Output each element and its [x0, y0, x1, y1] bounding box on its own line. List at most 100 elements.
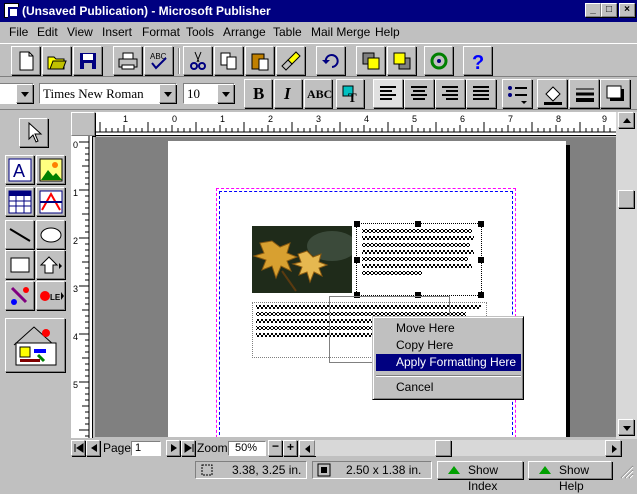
vertical-ruler[interactable]: 0 1 2 3 4 5: [71, 136, 93, 438]
save-button[interactable]: [73, 46, 102, 75]
menu-item-apply-formatting-here[interactable]: Apply Formatting Here: [376, 354, 521, 371]
menu-insert[interactable]: Insert: [102, 25, 132, 39]
horizontal-scroll-track[interactable]: [315, 440, 605, 456]
menu-item-move-here[interactable]: Move Here: [376, 320, 521, 337]
page-number-field[interactable]: 1: [131, 441, 161, 456]
menu-item-copy-here[interactable]: Copy Here: [376, 337, 521, 354]
first-page-button[interactable]: [71, 440, 85, 456]
oval-tool[interactable]: [36, 220, 65, 249]
open-button[interactable]: [42, 46, 71, 75]
undo-button[interactable]: [316, 46, 345, 75]
minimize-button[interactable]: _: [585, 3, 601, 17]
scroll-right-button[interactable]: [605, 440, 621, 456]
new-button[interactable]: [11, 46, 40, 75]
previous-page-button[interactable]: [86, 440, 100, 456]
table-frame-tool[interactable]: [5, 187, 34, 216]
design-gallery-tool[interactable]: [5, 318, 65, 372]
bullets-button[interactable]: [502, 79, 532, 108]
zoom-out-button[interactable]: −: [268, 439, 282, 456]
menu-view[interactable]: View: [67, 25, 93, 39]
scroll-down-button[interactable]: [618, 419, 634, 435]
last-page-button[interactable]: [181, 440, 195, 456]
bold-button[interactable]: B: [244, 79, 272, 108]
publication-workspace[interactable]: [95, 137, 616, 437]
selection-handle[interactable]: [478, 257, 484, 263]
horizontal-scroll-thumb[interactable]: [435, 440, 451, 456]
pointer-tool[interactable]: [19, 118, 48, 147]
show-help-button[interactable]: Show Help: [528, 461, 612, 493]
format-painter-button[interactable]: [276, 46, 305, 75]
wordart-tool-icon: [39, 190, 63, 214]
selection-handle[interactable]: [354, 257, 360, 263]
menu-file[interactable]: File: [9, 25, 28, 39]
leaf-picture[interactable]: [252, 226, 352, 293]
format-toolbar: Times New Roman 10 B I ABC T: [0, 78, 637, 110]
next-page-button[interactable]: [166, 440, 180, 456]
selection-handle[interactable]: [478, 221, 484, 227]
scissors-icon: [190, 51, 206, 70]
menu-item-cancel[interactable]: Cancel: [376, 379, 521, 396]
scroll-up-button[interactable]: [618, 112, 634, 128]
table-tool-icon: [8, 190, 32, 214]
ole-object-tool[interactable]: [5, 281, 34, 310]
style-combo[interactable]: [0, 83, 34, 104]
vertical-scroll-thumb[interactable]: [618, 190, 634, 208]
maximize-button[interactable]: □: [601, 3, 617, 17]
box-tool[interactable]: [5, 250, 34, 279]
menu-table[interactable]: Table: [273, 25, 302, 39]
selected-text-frame[interactable]: [354, 221, 484, 298]
wordart-frame-tool[interactable]: [36, 187, 65, 216]
spell-check-icon: ABC: [150, 52, 167, 70]
send-to-back-button[interactable]: [387, 46, 416, 75]
font-dropdown-arrow[interactable]: [159, 84, 176, 103]
menu-format[interactable]: Format: [142, 25, 180, 39]
resize-grip[interactable]: [618, 463, 634, 479]
close-button[interactable]: ×: [619, 3, 635, 17]
custom-shapes-tool[interactable]: [36, 250, 65, 279]
zoom-field[interactable]: 50%: [228, 441, 266, 456]
vertical-scrollbar[interactable]: [616, 112, 637, 439]
selection-handle[interactable]: [354, 221, 360, 227]
menu-edit[interactable]: Edit: [37, 25, 58, 39]
shadow-button[interactable]: [600, 79, 630, 108]
style-dropdown-arrow[interactable]: [16, 84, 33, 103]
menu-mail-merge[interactable]: Mail Merge: [311, 25, 370, 39]
copy-button[interactable]: [214, 46, 243, 75]
menu-tools[interactable]: Tools: [186, 25, 214, 39]
help-button[interactable]: ?: [463, 46, 492, 75]
ruler-origin[interactable]: [71, 112, 95, 136]
text-frame-tool[interactable]: A: [5, 155, 34, 184]
print-button[interactable]: [113, 46, 142, 75]
font-size-dropdown-arrow[interactable]: [217, 84, 234, 103]
selection-handle[interactable]: [415, 221, 421, 227]
rotate-button[interactable]: [424, 46, 453, 75]
bring-to-front-button[interactable]: [356, 46, 385, 75]
undo-arrow-icon: [322, 54, 339, 68]
picture-frame-tool[interactable]: [36, 155, 65, 184]
scroll-left-button[interactable]: [299, 440, 315, 456]
publisher-app-icon[interactable]: [4, 3, 19, 18]
menu-arrange[interactable]: Arrange: [223, 25, 266, 39]
horizontal-ruler[interactable]: 1 0 1 2 3 4 5 6 7 8 9: [96, 112, 616, 136]
fill-color-button[interactable]: [537, 79, 567, 108]
align-left-button[interactable]: [373, 79, 403, 108]
italic-button[interactable]: I: [274, 79, 302, 108]
zoom-in-button[interactable]: +: [283, 440, 297, 456]
ole-tool[interactable]: LE: [36, 281, 65, 310]
spelling-button[interactable]: ABC: [144, 46, 173, 75]
font-combo[interactable]: Times New Roman: [39, 83, 177, 104]
font-size-combo[interactable]: 10: [183, 83, 235, 104]
oval-tool-icon: [40, 227, 62, 243]
align-right-button[interactable]: [435, 79, 465, 108]
selection-handle[interactable]: [478, 292, 484, 298]
justify-button[interactable]: [466, 79, 496, 108]
align-center-button[interactable]: [404, 79, 434, 108]
paste-button[interactable]: [245, 46, 274, 75]
small-caps-button[interactable]: ABC: [304, 79, 332, 108]
cut-button[interactable]: [183, 46, 212, 75]
line-tool[interactable]: [5, 220, 34, 249]
show-index-button[interactable]: Show Index: [437, 461, 523, 493]
text-frame-properties-button[interactable]: T: [336, 79, 364, 108]
line-border-button[interactable]: [569, 79, 599, 108]
menu-help[interactable]: Help: [375, 25, 400, 39]
